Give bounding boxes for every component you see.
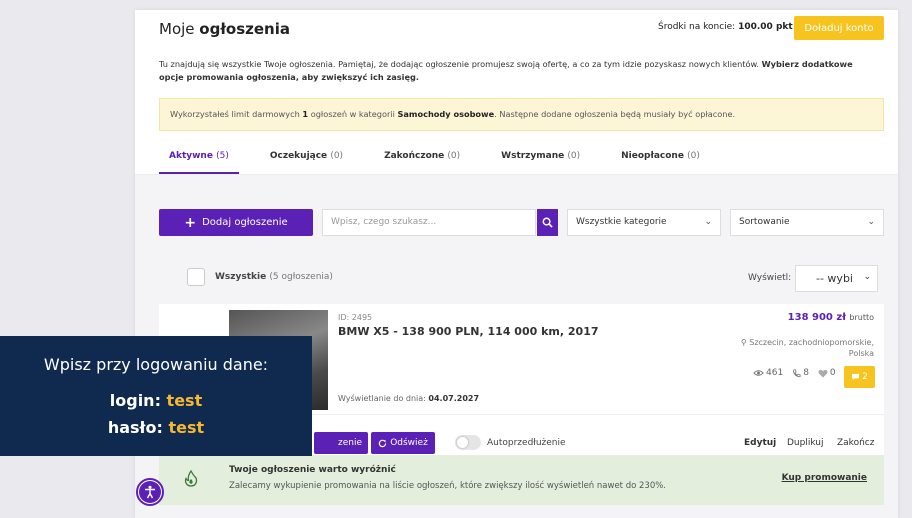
account-balance: Środki na koncie: 100.00 pkt: [658, 22, 793, 32]
eye-icon: [753, 370, 764, 376]
chevron-down-icon: ⌄: [704, 217, 712, 227]
listing-stats: 461 8 0: [753, 368, 845, 378]
accessibility-button[interactable]: [136, 478, 164, 506]
tab-unpaid[interactable]: Nieopłacone (0): [611, 148, 710, 174]
flame-icon: [184, 470, 198, 487]
listing-title[interactable]: BMW X5 - 138 900 PLN, 114 000 km, 2017: [338, 325, 599, 338]
header: Moje ogłoszenia Środki na koncie: 100.00…: [135, 10, 898, 48]
search-button[interactable]: [537, 209, 558, 236]
refresh-button[interactable]: Odśwież: [371, 432, 435, 454]
select-all-label: Wszystkie (5 ogłoszenia): [215, 272, 333, 282]
category-select[interactable]: Wszystkie kategorie ⌄: [567, 209, 721, 236]
views-stat: 461: [753, 368, 783, 378]
validity-date: Wyświetlanie do dnia: 04.07.2027: [338, 394, 480, 403]
sort-select[interactable]: Sortowanie ⌄: [730, 209, 884, 236]
page-title: Moje ogłoszenia: [159, 20, 290, 38]
limit-notice: Wykorzystałeś limit darmowych 1 ogłoszeń…: [159, 98, 884, 131]
listing-price: 138 900 zł brutto: [787, 312, 874, 323]
edit-listing-button[interactable]: zenie: [314, 432, 368, 454]
location-pin-icon: ⚲: [740, 338, 747, 347]
tab-pending[interactable]: Oczekujące (0): [260, 148, 353, 174]
chat-icon: [852, 373, 860, 381]
tab-ended[interactable]: Zakończone (0): [374, 148, 470, 174]
heart-icon: [818, 369, 828, 377]
likes-stat: 0: [818, 368, 836, 378]
auto-renew-label: Autoprzedłużenie: [487, 438, 566, 448]
add-listing-button[interactable]: + Dodaj ogłoszenie: [159, 209, 313, 236]
duplicate-link[interactable]: Duplikuj: [787, 438, 824, 448]
auto-renew-toggle[interactable]: [455, 435, 481, 450]
select-all-checkbox[interactable]: [187, 268, 205, 286]
edit-link[interactable]: Edytuj: [744, 438, 776, 448]
login-hint-heading: Wpisz przy logowaniu dane:: [43, 355, 269, 374]
messages-button[interactable]: 2: [844, 366, 875, 388]
tab-active[interactable]: Aktywne (5): [159, 148, 239, 174]
calls-stat: 8: [792, 368, 809, 378]
intro-text: Tu znajdują się wszystkie Twoje ogłoszen…: [159, 59, 853, 82]
chevron-down-icon: ⌄: [863, 272, 871, 282]
listing-location: ⚲ Szczecin, zachodniopomorskie, Polska: [740, 338, 874, 358]
show-select[interactable]: -- wybi ⌄: [795, 265, 878, 292]
login-hint-overlay: Wpisz przy logowaniu dane: login: test h…: [0, 336, 312, 456]
refresh-icon: [378, 439, 387, 447]
search-input[interactable]: Wpisz, czego szukasz...: [322, 209, 536, 236]
accessibility-icon: [139, 481, 161, 503]
login-hint-password: hasło: test: [107, 418, 205, 437]
buy-promotion-link[interactable]: Kup promowanie: [782, 473, 867, 483]
tab-paused[interactable]: Wstrzymane (0): [491, 148, 590, 174]
login-hint-login: login: test: [109, 391, 203, 410]
phone-icon: [793, 368, 801, 377]
show-label: Wyświetl:: [748, 273, 792, 283]
end-listing-link[interactable]: Zakończ: [837, 438, 874, 448]
promotion-banner: Twoje ogłoszenie warto wyróżnić Zalecamy…: [159, 455, 884, 505]
chevron-down-icon: ⌄: [867, 217, 875, 227]
promo-text: Zalecamy wykupienie promowania na liście…: [229, 481, 667, 491]
promo-title: Twoje ogłoszenie warto wyróżnić: [229, 465, 396, 475]
topup-button[interactable]: Doładuj konto: [794, 16, 884, 40]
listing-id: ID: 2495: [338, 313, 373, 322]
status-tabs: Aktywne (5) Oczekujące (0) Zakończone (0…: [159, 148, 731, 174]
plus-icon: +: [184, 214, 197, 231]
toggle-knob: [457, 437, 468, 448]
card-divider: [229, 414, 884, 415]
search-icon: [542, 217, 553, 228]
